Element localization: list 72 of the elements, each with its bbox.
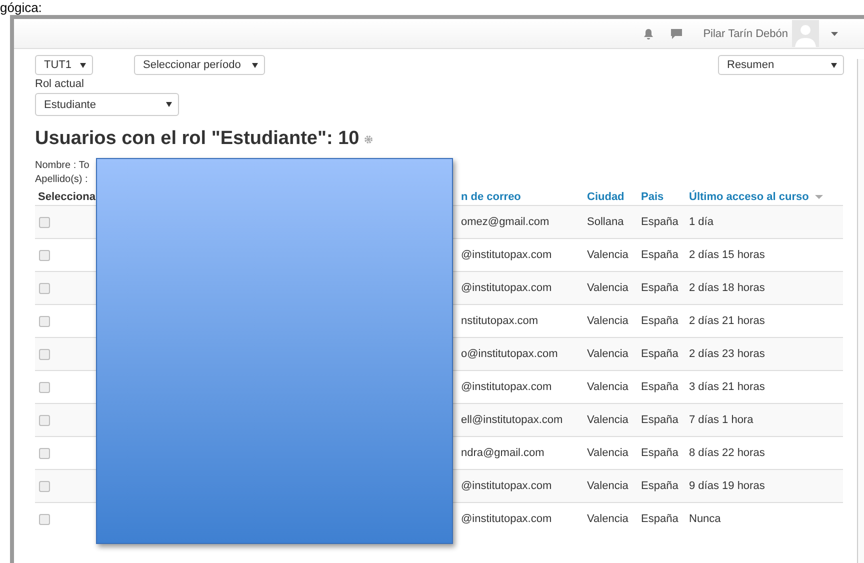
table-cell: España (641, 282, 678, 294)
group-select[interactable]: TUT1 (35, 55, 93, 75)
table-cell: 2 días 18 horas (689, 282, 765, 294)
column-header[interactable]: Último acceso al curso (689, 188, 843, 206)
table-cell: @institutopax.com (461, 282, 552, 294)
row-checkbox[interactable] (39, 348, 50, 360)
table-cell: Valencia (587, 414, 628, 426)
column-header[interactable]: n de correo (461, 188, 587, 206)
view-select[interactable]: Resumen (718, 55, 844, 75)
table-cell: Sollana (587, 216, 624, 228)
table-cell: @institutopax.com (461, 480, 552, 492)
column-header[interactable]: Ciudad (587, 188, 641, 206)
column-header[interactable]: Pais (641, 188, 689, 206)
table-cell: ell@institutopax.com (461, 414, 563, 426)
caret-icon[interactable] (831, 32, 838, 36)
row-checkbox[interactable] (39, 480, 50, 492)
table-cell: 9 días 19 horas (689, 480, 765, 492)
table-cell: 8 días 22 horas (689, 447, 765, 459)
table-cell: @institutopax.com (461, 249, 552, 261)
table-cell: 2 días 21 horas (689, 315, 765, 327)
table-cell: Valencia (587, 513, 628, 525)
table-cell: España (641, 315, 678, 327)
table-cell: 2 días 23 horas (689, 348, 765, 360)
initials-filter[interactable]: Apellido(s) : (35, 173, 88, 187)
caption-fragment: gógica: (0, 0, 42, 15)
table-cell: España (641, 216, 678, 228)
table-cell: omez@gmail.com (461, 216, 550, 228)
table-cell: España (641, 513, 678, 525)
table-cell: nstitutopax.com (461, 315, 538, 327)
row-checkbox[interactable] (39, 316, 50, 327)
initials-filter[interactable]: Nombre : To (35, 159, 90, 173)
table-cell: Valencia (587, 282, 628, 294)
bell-icon[interactable] (643, 28, 654, 40)
table-cell: España (641, 414, 678, 426)
role-label: Rol actual (35, 78, 85, 90)
table-cell: Valencia (587, 447, 628, 459)
row-checkbox[interactable] (39, 514, 50, 525)
period-select[interactable]: Seleccionar período (134, 55, 265, 75)
table-cell: @institutopax.com (461, 381, 552, 393)
table-cell: 1 día (689, 216, 714, 228)
table-cell: Valencia (587, 249, 628, 261)
table-cell: Valencia (587, 381, 628, 393)
table-cell: España (641, 249, 678, 261)
settings-icon[interactable] (364, 134, 374, 144)
page-heading: Usuarios con el rol "Estudiante": 10 (35, 128, 360, 150)
sort-icon[interactable] (814, 194, 823, 199)
row-checkbox[interactable] (39, 382, 50, 393)
avatar-icon[interactable] (792, 20, 819, 47)
table-cell: 7 días 1 hora (689, 414, 754, 426)
table-cell: Valencia (587, 315, 628, 327)
table-cell: España (641, 480, 678, 492)
table-cell: 2 días 15 horas (689, 249, 765, 261)
role-select[interactable]: Estudiante (35, 93, 179, 116)
row-checkbox[interactable] (39, 282, 50, 294)
row-checkbox[interactable] (39, 448, 50, 459)
table-cell: España (641, 447, 678, 459)
table-cell: España (641, 348, 678, 360)
chat-icon[interactable] (670, 28, 684, 40)
row-checkbox[interactable] (39, 250, 50, 261)
table-cell: Nunca (689, 513, 721, 525)
table-cell: Valencia (587, 480, 628, 492)
table-cell: España (641, 381, 678, 393)
row-checkbox[interactable] (39, 216, 50, 228)
table-cell: 3 días 21 horas (689, 381, 765, 393)
user-name[interactable]: Pilar Tarín Debón (703, 28, 788, 40)
table-cell: @institutopax.com (461, 513, 552, 525)
row-checkbox[interactable] (39, 414, 50, 426)
table-cell: Valencia (587, 348, 628, 360)
column-header: Selecciona (35, 188, 96, 206)
scrollbar[interactable] (857, 59, 864, 563)
table-cell: ndra@gmail.com (461, 447, 544, 459)
table-cell: o@institutopax.com (461, 348, 558, 360)
